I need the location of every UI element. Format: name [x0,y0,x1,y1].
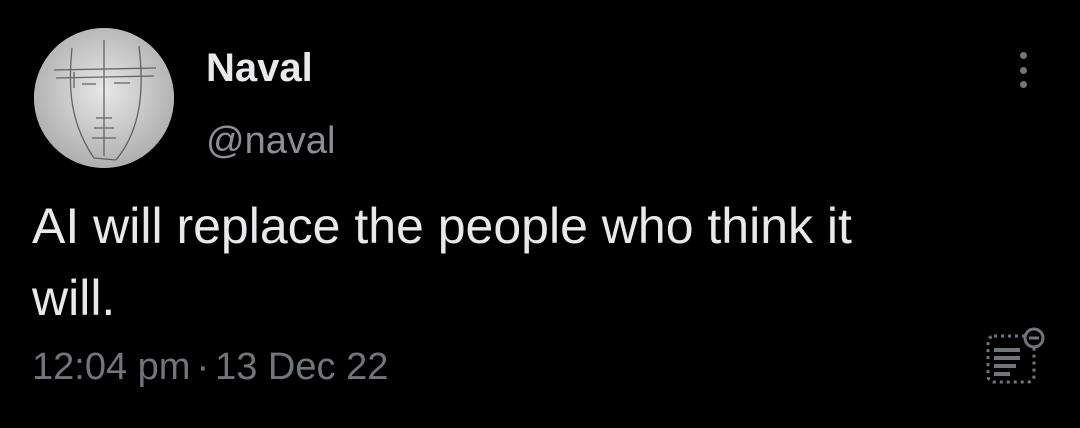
timestamp-separator: · [196,346,210,388]
tweet-date[interactable]: 13 Dec 22 [215,346,388,388]
avatar[interactable] [34,28,174,168]
author-display-name[interactable]: Naval [206,44,313,92]
community-notes-icon[interactable] [982,326,1054,390]
author-handle[interactable]: @naval [206,118,335,164]
more-options-button[interactable] [1008,48,1038,92]
more-vertical-icon [1019,52,1027,59]
tweet-time[interactable]: 12:04 pm [32,346,190,388]
tweet-text: AI will replace the people who think it … [32,198,852,326]
more-vertical-icon-dot [1019,66,1027,74]
tweet-timestamp[interactable]: 12:04 pm · 13 Dec 22 [32,342,388,392]
avatar-sketch-image [34,28,174,168]
more-vertical-icon-dot [1019,81,1027,88]
tweet-card: Naval @naval AI will replace the people … [0,0,1080,428]
